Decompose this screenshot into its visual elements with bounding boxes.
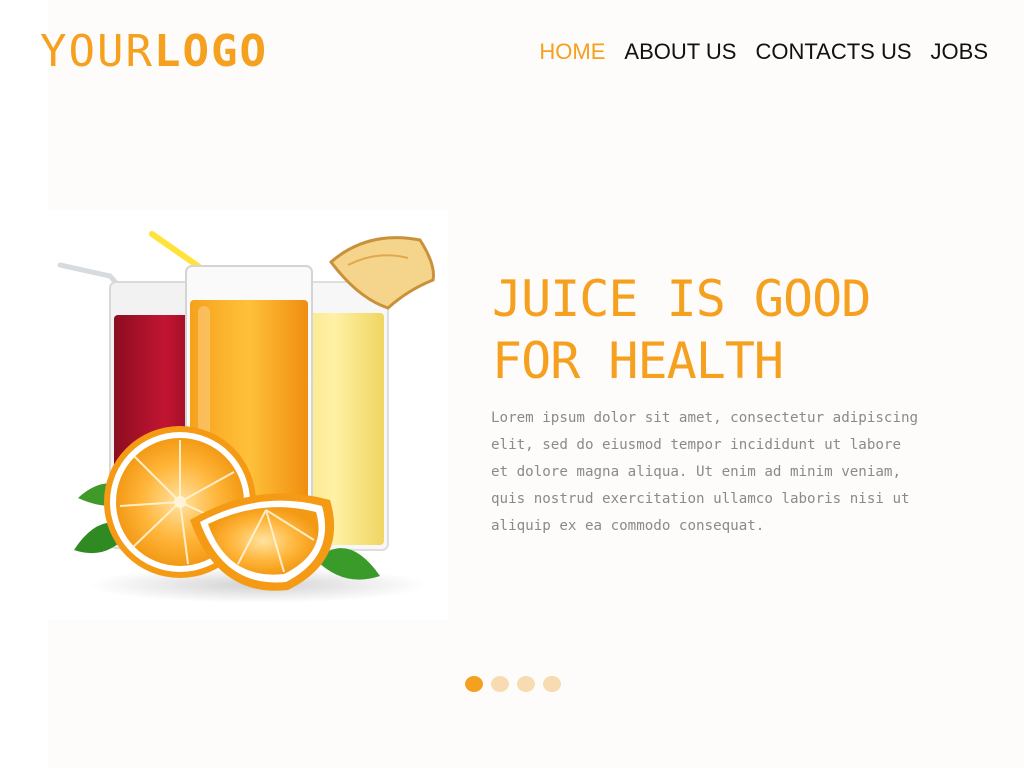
hero-body-text: Lorem ipsum dolor sit amet, consectetur …	[491, 410, 919, 534]
nav-home-link[interactable]: HOME	[539, 38, 605, 66]
slider-dot-1[interactable]	[465, 676, 483, 692]
nav-about-us-link[interactable]: ABOUT US	[624, 38, 736, 66]
site-logo[interactable]: YOURLOGO	[40, 24, 268, 80]
nav-contacts-us-link[interactable]: CONTACTS US	[755, 38, 911, 66]
hero-headline-line-2: FOR HEALTH	[492, 332, 784, 390]
logo-text-your: YOUR	[40, 26, 154, 77]
slider-dot-4[interactable]	[543, 676, 561, 692]
slider-dot-2[interactable]	[491, 676, 509, 692]
nav-jobs-link[interactable]: JOBS	[931, 38, 988, 66]
hero-headline-line-1: JUICE IS GOOD	[492, 270, 871, 328]
juice-glasses-oranges-image	[48, 210, 448, 620]
hero-headline: JUICE IS GOOD FOR HEALTH	[492, 268, 932, 392]
slider-pagination	[465, 676, 561, 692]
slider-dot-3[interactable]	[517, 676, 535, 692]
logo-text-logo: LOGO	[153, 26, 268, 77]
main-nav: HOME ABOUT US CONTACTS US JOBS	[539, 38, 988, 66]
